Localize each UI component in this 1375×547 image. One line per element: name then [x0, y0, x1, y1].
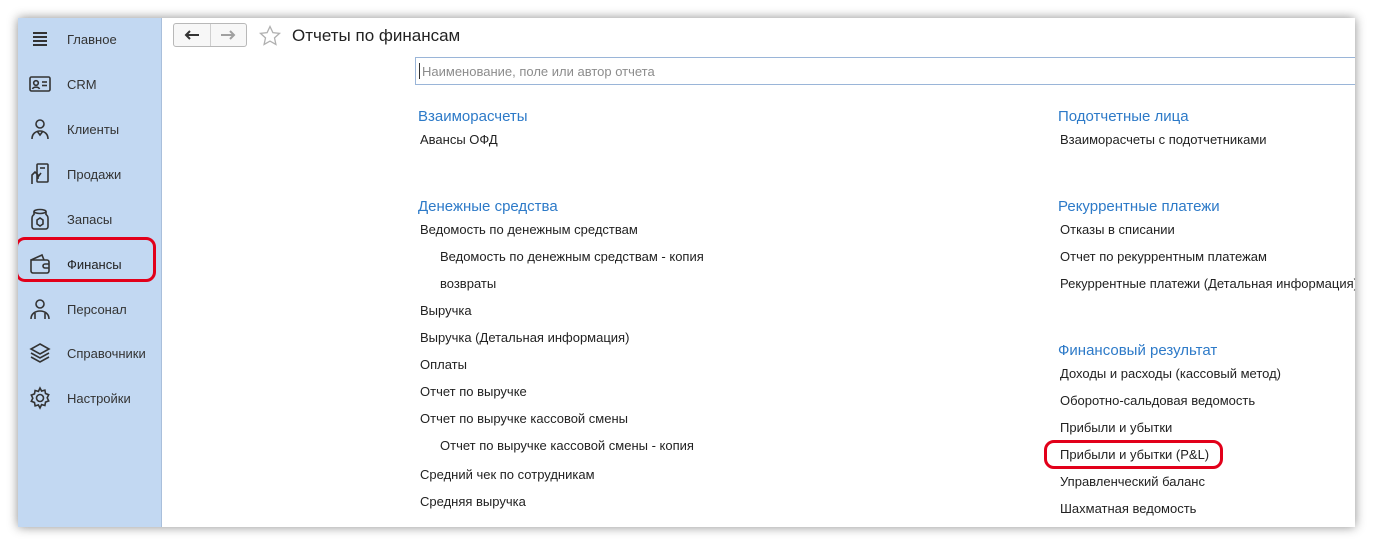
sidebar-item-stock[interactable]: Запасы: [18, 198, 161, 242]
section-title-rekurrentnye: Рекуррентные платежи: [1058, 198, 1220, 215]
sidebar-item-label: Главное: [67, 32, 117, 47]
sidebar-item-directories[interactable]: Справочники: [18, 332, 161, 376]
report-link[interactable]: Средняя выручка: [420, 494, 526, 509]
sidebar-item-label: Запасы: [67, 212, 113, 227]
report-link[interactable]: Средний чек по сотрудникам: [420, 467, 595, 482]
section-title-denezhnye: Денежные средства: [418, 198, 558, 215]
report-link[interactable]: Отчет по выручке кассовой смены - копия: [440, 438, 694, 453]
report-link[interactable]: Доходы и расходы (кассовый метод): [1060, 366, 1281, 381]
menu-lines-icon: [27, 26, 53, 52]
report-link[interactable]: Оплаты: [420, 357, 467, 372]
report-link[interactable]: Авансы ОФД: [420, 132, 498, 147]
report-link[interactable]: Отчет по выручке кассовой смены: [420, 411, 628, 426]
sidebar-item-clients[interactable]: Клиенты: [18, 108, 161, 152]
report-link[interactable]: Ведомость по денежным средствам: [420, 222, 638, 237]
report-link[interactable]: Отчет по рекуррентным платежам: [1060, 249, 1267, 264]
forward-button[interactable]: [209, 24, 247, 46]
sidebar-item-label: Справочники: [67, 346, 146, 361]
sidebar-item-label: Продажи: [67, 167, 122, 182]
wallet-icon: [27, 251, 53, 277]
sidebar-item-label: CRM: [67, 77, 97, 92]
sidebar-item-crm[interactable]: CRM: [18, 63, 161, 107]
sidebar-item-label: Настройки: [67, 391, 131, 406]
sidebar-item-main[interactable]: Главное: [18, 18, 161, 62]
report-link[interactable]: Рекуррентные платежи (Детальная информац…: [1060, 276, 1355, 291]
sidebar-item-sales[interactable]: Продажи: [18, 153, 161, 197]
favorite-star-icon[interactable]: [258, 24, 282, 48]
sidebar-item-settings[interactable]: Настройки: [18, 377, 161, 421]
client-person-icon: [27, 116, 53, 142]
sidebar-item-label: Финансы: [67, 257, 122, 272]
report-link[interactable]: Выручка: [420, 303, 472, 318]
history-navigation: [173, 23, 247, 47]
sidebar-item-label: Клиенты: [67, 122, 120, 137]
report-link[interactable]: Выручка (Детальная информация): [420, 330, 629, 345]
sidebar: Главное CRM Клиенты Продажи Запасы Финан…: [18, 18, 162, 527]
report-link[interactable]: Взаиморасчеты с подотчетниками: [1060, 132, 1267, 147]
report-link[interactable]: Оборотно-сальдовая ведомость: [1060, 393, 1255, 408]
report-link[interactable]: Шахматная ведомость: [1060, 501, 1196, 516]
sales-hand-icon: [27, 161, 53, 187]
report-link[interactable]: Управленческий баланс: [1060, 474, 1205, 489]
search-input[interactable]: [415, 57, 1355, 85]
sidebar-item-staff[interactable]: Персонал: [18, 288, 161, 332]
back-button[interactable]: [174, 24, 210, 46]
page-title: Отчеты по финансам: [292, 26, 461, 45]
section-title-vzaimoraschety: Взаиморасчеты: [418, 108, 528, 125]
app-window: Главное CRM Клиенты Продажи Запасы Финан…: [18, 18, 1355, 527]
section-title-podotchetnye: Подотчетные лица: [1058, 108, 1189, 125]
arrow-right-icon: [221, 30, 236, 40]
sidebar-item-label: Персонал: [67, 302, 127, 317]
sidebar-item-finance[interactable]: Финансы: [18, 243, 161, 287]
report-link[interactable]: Ведомость по денежным средствам - копия: [440, 249, 704, 264]
report-link-pl[interactable]: Прибыли и убытки (P&L): [1060, 447, 1209, 462]
report-link[interactable]: возвраты: [440, 276, 496, 291]
stock-jar-icon: [27, 206, 53, 232]
contact-card-icon: [27, 71, 53, 97]
staff-person-icon: [27, 296, 53, 322]
report-link[interactable]: Отчет по выручке: [420, 384, 527, 399]
layers-stack-icon: [27, 340, 53, 366]
gear-icon: [27, 385, 53, 411]
text-cursor: [419, 63, 420, 79]
section-title-finresult: Финансовый результат: [1058, 342, 1218, 359]
report-link[interactable]: Отказы в списании: [1060, 222, 1175, 237]
report-link[interactable]: Прибыли и убытки: [1060, 420, 1172, 435]
arrow-left-icon: [184, 30, 199, 40]
